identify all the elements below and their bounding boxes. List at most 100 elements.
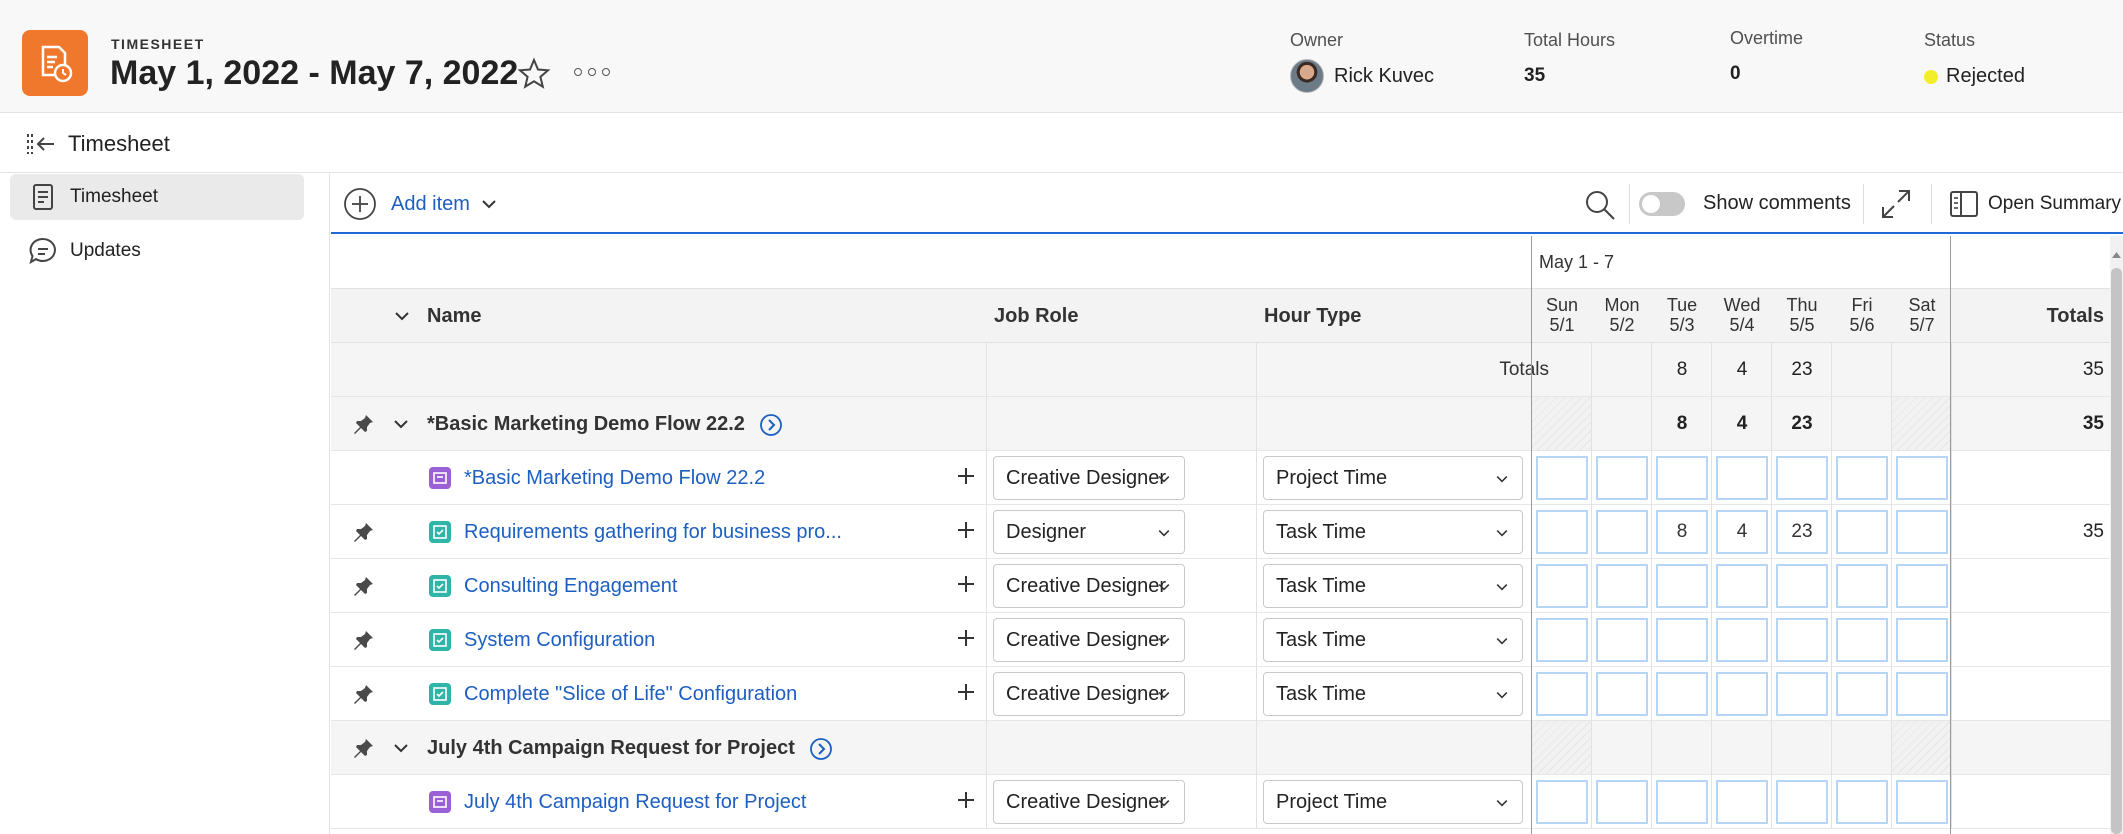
group-row[interactable]: July 4th Campaign Request for Project (331, 721, 2123, 775)
job-role-select[interactable]: Creative Designer (993, 672, 1185, 716)
cell-separator (1771, 613, 1772, 667)
hours-input-tue[interactable] (1656, 672, 1708, 716)
hours-input-tue[interactable] (1656, 456, 1708, 500)
hours-input-sat[interactable] (1896, 618, 1948, 662)
job-role-select[interactable]: Creative Designer (993, 618, 1185, 662)
task-name-link[interactable]: Complete "Slice of Life" Configuration (464, 683, 797, 706)
hours-input-fri[interactable] (1836, 618, 1888, 662)
hours-input-mon[interactable] (1596, 672, 1648, 716)
favorite-star-icon[interactable] (516, 56, 552, 92)
expand-icon[interactable] (1879, 187, 1913, 221)
hours-input-tue[interactable] (1656, 564, 1708, 608)
hour-type-select[interactable]: Task Time (1263, 618, 1523, 662)
task-name-link[interactable]: System Configuration (464, 629, 655, 652)
hours-input-sun[interactable] (1536, 672, 1588, 716)
hours-input-tue[interactable] (1656, 780, 1708, 824)
add-row-plus-icon[interactable] (953, 679, 979, 705)
job-role-select[interactable]: Creative Designer (993, 456, 1185, 500)
hour-type-select[interactable]: Project Time (1263, 780, 1523, 824)
group-collapse-chevron-icon[interactable] (391, 738, 411, 758)
hours-input-wed[interactable] (1716, 456, 1768, 500)
pin-icon[interactable] (353, 683, 375, 705)
hours-input-tue[interactable] (1656, 618, 1708, 662)
cell-separator (1711, 667, 1712, 721)
hours-input-mon[interactable] (1596, 456, 1648, 500)
sidebar-item-timesheet[interactable]: Timesheet (10, 174, 304, 220)
column-header-job-role[interactable]: Job Role (994, 305, 1078, 328)
hours-input-fri[interactable] (1836, 510, 1888, 554)
add-row-plus-icon[interactable] (953, 517, 979, 543)
hours-input-sat[interactable] (1896, 510, 1948, 554)
scroll-up-arrow-icon[interactable] (2111, 248, 2122, 262)
hours-input-mon[interactable] (1596, 618, 1648, 662)
open-summary-button[interactable]: Open Summary (1948, 188, 2121, 220)
pin-icon[interactable] (353, 737, 375, 759)
hours-input-wed[interactable] (1716, 672, 1768, 716)
hours-input-sun[interactable] (1536, 456, 1588, 500)
add-item-button[interactable]: Add item (343, 187, 498, 221)
pin-icon[interactable] (353, 629, 375, 651)
hours-input-sat[interactable] (1896, 456, 1948, 500)
pin-icon[interactable] (353, 521, 375, 543)
hours-input-mon[interactable] (1596, 564, 1648, 608)
scrollbar-thumb[interactable] (2111, 268, 2122, 834)
hours-input-sun[interactable] (1536, 780, 1588, 824)
hours-input-thu[interactable] (1776, 456, 1828, 500)
hours-input-fri[interactable] (1836, 564, 1888, 608)
add-row-plus-icon[interactable] (953, 787, 979, 813)
hours-input-thu[interactable] (1776, 672, 1828, 716)
show-comments-toggle[interactable] (1639, 192, 1685, 216)
job-role-select[interactable]: Creative Designer (993, 564, 1185, 608)
hours-input-mon[interactable] (1596, 510, 1648, 554)
group-row[interactable]: *Basic Marketing Demo Flow 22.2 8 4 23 35 (331, 397, 2123, 451)
document-icon (33, 184, 53, 210)
hours-input-mon[interactable] (1596, 780, 1648, 824)
pin-icon[interactable] (353, 575, 375, 597)
hours-input-thu[interactable] (1776, 780, 1828, 824)
job-role-select[interactable]: Designer (993, 510, 1185, 554)
collapse-all-chevron-icon[interactable] (393, 307, 411, 325)
open-project-arrow-icon[interactable] (759, 413, 783, 437)
hours-input-sun[interactable] (1536, 510, 1588, 554)
column-header-hour-type[interactable]: Hour Type (1264, 305, 1361, 328)
timesheet-grid: May 1 - 7 Name Job Role Hour Type Sun 5/1… (331, 236, 2123, 834)
hours-input-wed[interactable] (1716, 780, 1768, 824)
task-name-link[interactable]: Requirements gathering for business pro.… (464, 521, 842, 544)
hours-input-sat[interactable] (1896, 564, 1948, 608)
hours-input-thu[interactable] (1776, 564, 1828, 608)
sidebar-item-label: Updates (70, 240, 141, 261)
hours-input-thu[interactable]: 23 (1776, 510, 1828, 554)
hour-type-select[interactable]: Task Time (1263, 672, 1523, 716)
hours-input-wed[interactable]: 4 (1716, 510, 1768, 554)
search-icon[interactable] (1583, 188, 1617, 222)
hours-input-wed[interactable] (1716, 618, 1768, 662)
hours-input-sun[interactable] (1536, 564, 1588, 608)
hours-input-sat[interactable] (1896, 780, 1948, 824)
hour-type-select[interactable]: Task Time (1263, 564, 1523, 608)
more-options-icon[interactable] (574, 60, 610, 84)
group-collapse-chevron-icon[interactable] (391, 414, 411, 434)
pin-icon[interactable] (353, 413, 375, 435)
hours-input-fri[interactable] (1836, 456, 1888, 500)
task-icon (429, 683, 451, 705)
collapse-panel-icon[interactable] (26, 131, 56, 157)
hour-type-select[interactable]: Task Time (1263, 510, 1523, 554)
add-row-plus-icon[interactable] (953, 625, 979, 651)
column-header-name[interactable]: Name (427, 305, 481, 328)
hours-input-wed[interactable] (1716, 564, 1768, 608)
hours-input-fri[interactable] (1836, 672, 1888, 716)
task-name-link[interactable]: Consulting Engagement (464, 575, 677, 598)
sidebar-item-updates[interactable]: Updates (10, 228, 304, 274)
hours-input-fri[interactable] (1836, 780, 1888, 824)
hour-type-select[interactable]: Project Time (1263, 456, 1523, 500)
hours-input-thu[interactable] (1776, 618, 1828, 662)
add-row-plus-icon[interactable] (953, 463, 979, 489)
task-name-link[interactable]: *Basic Marketing Demo Flow 22.2 (464, 467, 765, 490)
hours-input-sun[interactable] (1536, 618, 1588, 662)
open-project-arrow-icon[interactable] (809, 737, 833, 761)
hours-input-sat[interactable] (1896, 672, 1948, 716)
task-name-link[interactable]: July 4th Campaign Request for Project (464, 791, 806, 814)
job-role-select[interactable]: Creative Designer (993, 780, 1185, 824)
add-row-plus-icon[interactable] (953, 571, 979, 597)
hours-input-tue[interactable]: 8 (1656, 510, 1708, 554)
